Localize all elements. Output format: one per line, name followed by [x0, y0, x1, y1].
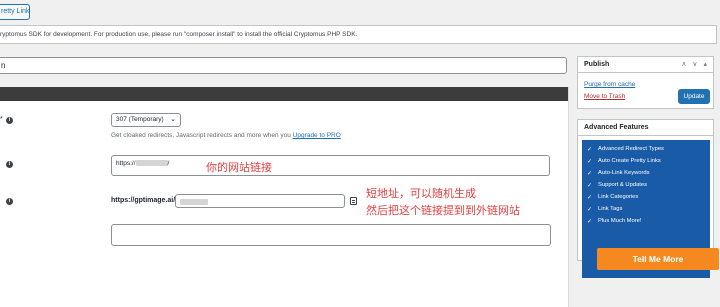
target-url-suffix: / — [167, 160, 170, 167]
check-icon: ✓ — [587, 171, 593, 177]
feature-label: Auto Create Pretty Links — [598, 158, 661, 164]
help-icon[interactable]: i — [6, 117, 13, 124]
promo-panel: ✓ Advanced Redirect Types ✓ Auto Create Pr… — [582, 140, 719, 278]
move-to-trash-link[interactable]: Move to Trash — [584, 93, 625, 100]
redacted-domain — [135, 160, 168, 167]
redacted-slug — [180, 198, 208, 205]
advanced-features-box: Advanced Features ✓ Advanced Redirect Typ… — [577, 119, 719, 278]
feature-item: ✓ Auto-Link Keywords — [587, 170, 650, 177]
chevron-down-icon: ⌄ — [170, 116, 176, 123]
check-icon: ✓ — [587, 207, 593, 213]
notes-textarea[interactable] — [111, 224, 551, 246]
annotation-slug-line2: 然后把这个链接提到到外链网站 — [366, 205, 520, 217]
target-url-input[interactable]: https:// / — [111, 155, 550, 176]
update-button[interactable]: Update — [678, 89, 710, 104]
panel-toggle-icons[interactable]: ∧ ∨ ▴ — [681, 57, 709, 72]
publish-header: Publish ∧ ∨ ▴ — [578, 57, 713, 73]
feature-label: Link Tags — [598, 206, 623, 212]
feature-item: ✓ Link Categories — [587, 194, 639, 201]
advanced-header: Advanced Features — [578, 120, 713, 136]
annotation-target-url: 你的网站链接 — [206, 162, 272, 174]
publish-box: Publish ∧ ∨ ▴ Purge from cache Move to T… — [577, 56, 714, 109]
help-icon[interactable]: i — [6, 198, 13, 205]
upgrade-link[interactable]: Upgrade to PRO — [293, 132, 341, 139]
redirect-hint-text: Get cloaked redirects, Javascript redire… — [111, 132, 293, 139]
feature-label: Advanced Redirect Types — [598, 146, 664, 152]
link-settings-panel: * i 307 (Temporary) ⌄ Get cloaked redire… — [0, 87, 569, 307]
feature-label: Link Categories — [598, 194, 639, 200]
check-icon: ✓ — [587, 147, 593, 153]
add-pretty-link-button[interactable]: retty Link — [0, 4, 30, 20]
panel-header — [0, 87, 568, 101]
slug-input[interactable] — [175, 194, 345, 208]
feature-label: Plus Much More! — [598, 218, 642, 224]
annotation-slug-line1: 短地址，可以随机生成 — [366, 188, 476, 200]
feature-label: Support & Updates — [598, 182, 647, 188]
check-icon: ✓ — [587, 183, 593, 189]
publish-title: Publish — [584, 61, 610, 68]
redirect-type-label: * — [0, 116, 3, 123]
redirect-type-select[interactable]: 307 (Temporary) ⌄ — [111, 113, 181, 127]
check-icon: ✓ — [587, 159, 593, 165]
clipboard-icon[interactable] — [350, 197, 357, 205]
advanced-title: Advanced Features — [584, 124, 649, 131]
feature-item: ✓ Plus Much More! — [587, 218, 642, 225]
sdk-notice: ryptomus SDK for development. For produc… — [0, 25, 717, 44]
feature-item: ✓ Auto Create Pretty Links — [587, 158, 661, 165]
redirect-type-value: 307 (Temporary) — [116, 116, 164, 123]
help-icon[interactable]: i — [6, 161, 13, 168]
target-url-prefix: https:// — [116, 160, 136, 167]
title-input[interactable]: n — [0, 57, 567, 74]
feature-item: ✓ Advanced Redirect Types — [587, 146, 664, 153]
feature-label: Auto-Link Keywords — [598, 170, 650, 176]
check-icon: ✓ — [587, 195, 593, 201]
check-icon: ✓ — [587, 219, 593, 225]
tell-me-more-button[interactable]: Tell Me More — [597, 248, 719, 270]
redirect-hint: Get cloaked redirects, Javascript redire… — [111, 132, 341, 139]
feature-item: ✓ Support & Updates — [587, 182, 647, 189]
slug-prefix: https://gptimage.ai/ — [111, 197, 176, 204]
purge-cache-link[interactable]: Purge from cache — [584, 81, 635, 88]
feature-item: ✓ Link Tags — [587, 206, 623, 213]
